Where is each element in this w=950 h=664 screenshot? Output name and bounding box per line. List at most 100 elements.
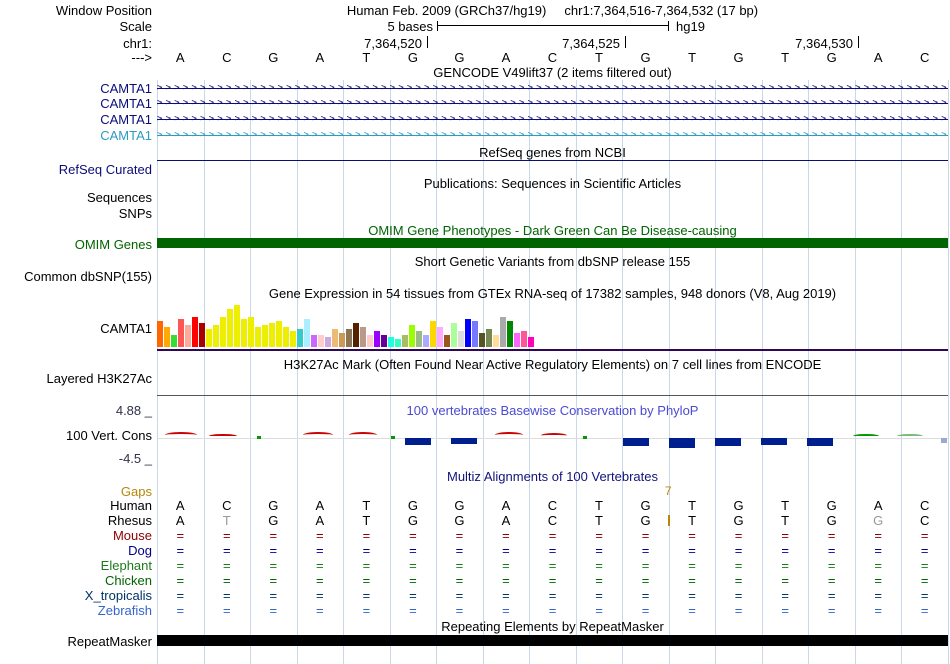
multiz-track-title[interactable]: Multiz Alignments of 100 Vertebrates: [157, 470, 948, 483]
alignment-row-dog: =================: [0, 544, 950, 557]
gtex-tissue-bar[interactable]: [521, 331, 527, 347]
alignment-base: =: [204, 559, 251, 572]
gtex-tissue-bar[interactable]: [514, 333, 520, 347]
gtex-tissue-bar[interactable]: [297, 329, 303, 347]
gtex-tissue-bar[interactable]: [185, 325, 191, 347]
gtex-tissue-bar[interactable]: [157, 321, 163, 347]
refseq-curated-label[interactable]: RefSeq Curated: [0, 163, 152, 176]
gtex-tissue-bar[interactable]: [374, 331, 380, 347]
gtex-tissue-bar[interactable]: [416, 331, 422, 347]
gtex-tissue-bar[interactable]: [353, 323, 359, 347]
gtex-tissue-bar[interactable]: [458, 331, 464, 347]
gtex-tissue-bar[interactable]: [276, 321, 282, 347]
repeatmasker-label[interactable]: RepeatMasker: [0, 635, 152, 648]
transcript-3[interactable]: >>>>>>>>>>>>>>>>>>>>>>>>>>>>>>>>>>>>>>>>…: [157, 113, 948, 126]
gtex-tissue-bar[interactable]: [507, 321, 513, 347]
gtex-tissue-bar[interactable]: [171, 335, 177, 347]
gtex-tissue-bar[interactable]: [227, 309, 233, 347]
gtex-tissue-bar[interactable]: [332, 329, 338, 347]
sequences-track-label[interactable]: Sequences: [0, 191, 152, 204]
gtex-tissue-bar[interactable]: [220, 317, 226, 347]
gtex-tissue-bar[interactable]: [381, 335, 387, 347]
gtex-tissue-bar[interactable]: [388, 337, 394, 347]
gtex-tissue-bar[interactable]: [255, 327, 261, 347]
gtex-tissue-bar[interactable]: [528, 337, 534, 347]
gtex-tissue-bar[interactable]: [262, 325, 268, 347]
snps-track-label[interactable]: SNPs: [0, 207, 152, 220]
gtex-tissue-bar[interactable]: [451, 323, 457, 347]
gtex-tissue-bar[interactable]: [479, 333, 485, 347]
gtex-tissue-bar[interactable]: [472, 321, 478, 347]
alignment-base: =: [715, 544, 762, 557]
transcript-1[interactable]: >>>>>>>>>>>>>>>>>>>>>>>>>>>>>>>>>>>>>>>>…: [157, 82, 948, 95]
gtex-tissue-bar[interactable]: [444, 335, 450, 347]
gtex-tissue-bar[interactable]: [367, 335, 373, 347]
dbsnp-track-title[interactable]: Short Genetic Variants from dbSNP releas…: [157, 255, 948, 268]
sequence-base: G: [436, 51, 483, 64]
gtex-tissue-bar[interactable]: [304, 319, 310, 347]
gtex-tissue-bar[interactable]: [430, 321, 436, 347]
gene-label-camta1[interactable]: CAMTA1: [0, 82, 152, 95]
h3k27ac-track-title[interactable]: H3K27Ac Mark (Often Found Near Active Re…: [157, 358, 948, 371]
gtex-track-title[interactable]: Gene Expression in 54 tissues from GTEx …: [157, 287, 948, 300]
gtex-tissue-bar[interactable]: [409, 325, 415, 347]
alignment-base: =: [343, 604, 390, 617]
phylop-track-title[interactable]: 100 vertebrates Basewise Conservation by…: [157, 404, 948, 417]
omim-genes-label[interactable]: OMIM Genes: [0, 238, 152, 251]
gtex-tissue-bar[interactable]: [234, 305, 240, 347]
alignment-base: G: [390, 514, 437, 527]
gtex-tissue-bar[interactable]: [500, 317, 506, 347]
gene-label-camta1[interactable]: CAMTA1: [0, 113, 152, 126]
gtex-tissue-bar[interactable]: [325, 337, 331, 347]
alignment-row-zebrafish: =================: [0, 604, 950, 617]
gtex-tissue-bar[interactable]: [164, 327, 170, 347]
publications-track-title[interactable]: Publications: Sequences in Scientific Ar…: [157, 177, 948, 190]
gtex-tissue-bar[interactable]: [248, 317, 254, 347]
gtex-tissue-bar[interactable]: [465, 319, 471, 347]
alignment-base: =: [762, 529, 809, 542]
gtex-gene-label[interactable]: CAMTA1: [0, 322, 152, 335]
gtex-tissue-bar[interactable]: [437, 327, 443, 347]
repeatmasker-track-title[interactable]: Repeating Elements by RepeatMasker: [157, 620, 948, 633]
gtex-tissue-bar[interactable]: [206, 329, 212, 347]
gtex-tissue-bar[interactable]: [199, 323, 205, 347]
gtex-tissue-bar[interactable]: [493, 335, 499, 347]
gtex-tissue-bar[interactable]: [339, 333, 345, 347]
alignment-base: =: [390, 589, 437, 602]
gtex-tissue-bar[interactable]: [213, 325, 219, 347]
gene-label-camta1[interactable]: CAMTA1: [0, 97, 152, 110]
dbsnp-track-label[interactable]: Common dbSNP(155): [0, 270, 152, 283]
gtex-tissue-bar[interactable]: [486, 329, 492, 347]
alignment-row-x_tropicalis: =================: [0, 589, 950, 602]
gtex-tissue-bar[interactable]: [178, 319, 184, 347]
gtex-tissue-bar[interactable]: [192, 317, 198, 347]
repeatmasker-bar[interactable]: [157, 635, 948, 646]
gtex-tissue-bar[interactable]: [269, 323, 275, 347]
gtex-tissue-bar[interactable]: [346, 329, 352, 347]
omim-track-title[interactable]: OMIM Gene Phenotypes - Dark Green Can Be…: [157, 224, 948, 237]
phylop-min-value: -4.5 _: [0, 452, 152, 465]
gaps-label[interactable]: Gaps: [0, 485, 152, 498]
refseq-gene-line[interactable]: [157, 160, 948, 161]
conservation-tick: [257, 436, 261, 439]
transcript-4[interactable]: >>>>>>>>>>>>>>>>>>>>>>>>>>>>>>>>>>>>>>>>…: [157, 129, 948, 142]
gtex-tissue-bar[interactable]: [283, 327, 289, 347]
alignment-base: =: [808, 589, 855, 602]
gtex-tissue-bar[interactable]: [423, 335, 429, 347]
gtex-tissue-bar[interactable]: [360, 327, 366, 347]
omim-gene-bar[interactable]: [157, 238, 948, 248]
gtex-tissue-bar[interactable]: [311, 335, 317, 347]
transcript-2[interactable]: >>>>>>>>>>>>>>>>>>>>>>>>>>>>>>>>>>>>>>>>…: [157, 97, 948, 110]
h3k27ac-track-label[interactable]: Layered H3K27Ac: [0, 372, 152, 385]
alignment-base: =: [483, 589, 530, 602]
gtex-tissue-bar[interactable]: [402, 335, 408, 347]
gencode-track-title[interactable]: GENCODE V49lift37 (2 items filtered out): [157, 66, 948, 79]
gtex-tissue-bar[interactable]: [395, 339, 401, 347]
phylop-track-label[interactable]: 100 Vert. Cons: [0, 429, 152, 442]
gene-label-camta1[interactable]: CAMTA1: [0, 129, 152, 142]
gtex-tissue-bar[interactable]: [290, 331, 296, 347]
gtex-tissue-bar[interactable]: [318, 335, 324, 347]
gtex-tissue-bar[interactable]: [241, 319, 247, 347]
gtex-expression-barchart[interactable]: [157, 305, 948, 347]
refseq-track-title[interactable]: RefSeq genes from NCBI: [157, 146, 948, 159]
